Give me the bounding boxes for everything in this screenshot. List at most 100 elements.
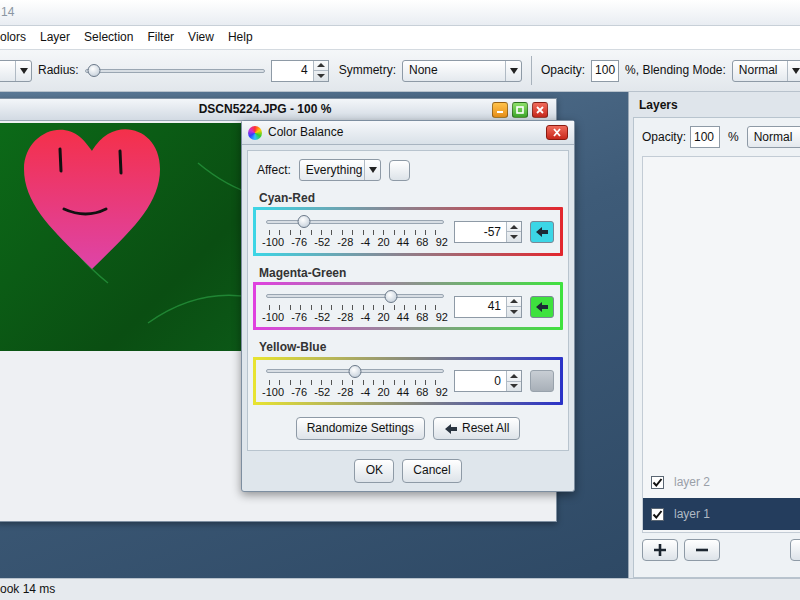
layer-item[interactable]: layer 1 [643,498,800,530]
tool-dropdown[interactable] [0,60,32,82]
dropdown-arrow-icon [787,61,800,81]
slider-value[interactable]: -57 [455,222,506,242]
slider[interactable]: -100-76-52-28-420446892 [262,289,448,324]
tick-label: 20 [377,311,389,324]
check-icon [652,477,663,488]
tick-label: 68 [416,236,428,249]
layer-properties-button[interactable] [790,539,800,561]
spin-up-icon[interactable] [507,222,521,233]
dropdown-arrow-icon [505,61,521,81]
menu-item[interactable]: View [181,30,221,44]
reset-slider-button[interactable] [530,221,554,243]
menu-item[interactable]: Help [221,30,260,44]
value-spinner[interactable]: 0 [454,370,522,392]
slider-row: -100-76-52-28-420446892 41 [256,285,560,327]
blend-dropdown[interactable]: Normal [732,60,800,82]
close-icon[interactable] [532,102,548,118]
dropdown-arrow-icon [364,160,380,180]
reset-slider-button[interactable] [530,296,554,318]
spin-buttons [506,371,521,391]
radius-track [85,69,265,73]
spin-up-icon[interactable] [314,61,328,72]
tick-label: -76 [291,386,307,399]
slider-group: Magenta-Green -100-76-52-28-420446892 41 [253,266,563,331]
color-wheel-icon [248,126,262,140]
layer-blend-dropdown[interactable]: Normal [747,126,800,148]
status-bar: ook 14 ms [0,578,800,600]
spin-up-icon[interactable] [507,297,521,308]
maximize-icon[interactable] [512,102,528,118]
value-spinner[interactable]: -57 [454,221,522,243]
color-balance-dialog: Color Balance Affect: Everything Cya [241,120,575,492]
ok-button[interactable]: OK [354,459,394,483]
tick-label: 20 [377,386,389,399]
spin-down-icon[interactable] [314,71,328,81]
arrow-left-icon [535,301,549,313]
slider-thumb[interactable] [298,215,311,228]
tick-label: 92 [436,311,448,324]
affect-dropdown[interactable]: Everything [299,159,381,181]
randomize-button[interactable]: Randomize Settings [296,417,425,441]
tick-labels: -100-76-52-28-420446892 [262,386,448,399]
tick-label: -52 [314,236,330,249]
layer-item[interactable]: layer 2 [643,466,800,498]
opacity-input[interactable]: 100 [591,60,619,82]
radius-value[interactable]: 4 [272,61,313,81]
spin-down-icon[interactable] [507,382,521,392]
layer-visible-checkbox[interactable] [651,508,664,521]
tick-label: 44 [397,236,409,249]
menu-item[interactable]: Layer [33,30,77,44]
slider-frame: -100-76-52-28-4204468920 [253,357,563,405]
slider-frame: -100-76-52-28-420446892-57 [253,207,563,255]
slider-thumb[interactable] [385,290,398,303]
toolbar-separator [531,56,532,85]
toolbar: Radius: 4 Symmetry: None Opacity: 100 %,… [0,50,800,92]
layer-visible-checkbox[interactable] [651,476,664,489]
close-icon[interactable] [546,125,568,140]
slider-label: Magenta-Green [259,266,563,280]
tick-label: -4 [360,386,370,399]
slider-track[interactable] [266,214,444,229]
radius-spinner[interactable]: 4 [271,60,329,82]
radius-slider[interactable] [85,63,265,79]
symmetry-dropdown[interactable]: None [402,60,522,82]
minimize-icon[interactable] [492,102,508,118]
slider-line [266,220,444,224]
slider-ticks [269,380,441,385]
slider-track[interactable] [266,289,444,304]
slider[interactable]: -100-76-52-28-420446892 [262,364,448,399]
radius-label: Radius: [38,63,79,77]
menu-item[interactable]: Selection [77,30,140,44]
tick-label: 20 [377,236,389,249]
radius-thumb[interactable] [87,64,100,77]
slider-frame-gradient: -100-76-52-28-420446892 41 [253,282,563,330]
spin-buttons [506,297,521,317]
menu-item[interactable]: olors [0,30,33,44]
slider-thumb[interactable] [349,365,362,378]
tick-label: -52 [314,386,330,399]
tick-label: -28 [337,311,353,324]
affect-option-button[interactable] [389,160,410,181]
slider-value[interactable]: 41 [455,297,506,317]
add-layer-button[interactable] [642,539,678,561]
menu-item[interactable]: Filter [140,30,181,44]
tick-labels: -100-76-52-28-420446892 [262,236,448,249]
window-title: 14 [1,5,14,19]
value-spinner[interactable]: 41 [454,296,522,318]
layer-opacity-input[interactable]: 100 [690,126,720,148]
spin-down-icon[interactable] [507,307,521,317]
reset-all-button[interactable]: Reset All [433,417,520,441]
spin-up-icon[interactable] [507,371,521,382]
affect-value: Everything [300,160,364,180]
image-window-titlebar: DSCN5224.JPG - 100 % [0,99,556,121]
spin-down-icon[interactable] [507,232,521,242]
minus-icon [695,543,709,557]
layers-list: layer 2layer 1 [642,156,800,533]
remove-layer-button[interactable] [684,539,720,561]
slider-value[interactable]: 0 [455,371,506,391]
tick-label: 68 [416,386,428,399]
slider[interactable]: -100-76-52-28-420446892 [262,214,448,249]
slider-track[interactable] [266,364,444,379]
cancel-button[interactable]: Cancel [402,459,461,483]
menu-bar: olorsLayerSelectionFilterViewHelp [0,26,800,50]
